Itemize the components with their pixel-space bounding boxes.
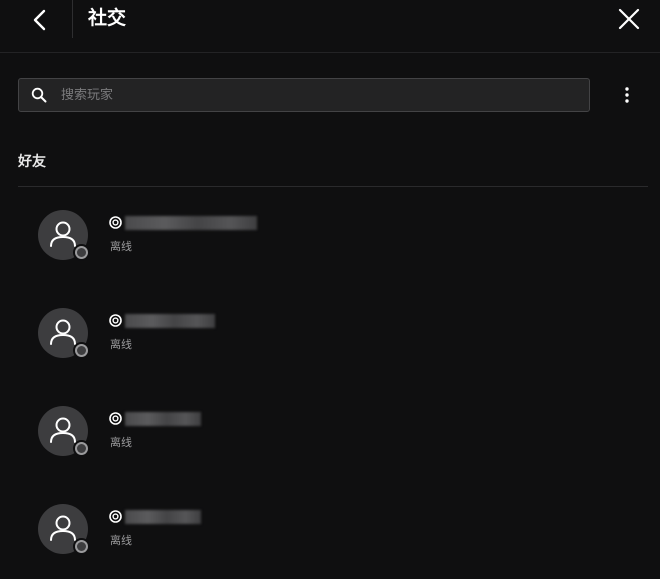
search-input[interactable]	[61, 79, 581, 111]
header-divider	[72, 0, 73, 38]
search-icon	[31, 87, 47, 103]
friend-item[interactable]: 离线	[38, 210, 598, 266]
ubisoft-icon	[109, 412, 122, 425]
ubisoft-icon	[109, 216, 122, 229]
header-rule	[0, 52, 660, 53]
friend-status: 离线	[110, 534, 132, 547]
friend-status: 离线	[110, 240, 132, 253]
ubisoft-icon	[109, 510, 122, 523]
ubisoft-icon	[109, 314, 122, 327]
back-button[interactable]	[26, 6, 54, 34]
more-options-button[interactable]	[616, 84, 638, 106]
offline-status-dot	[75, 344, 88, 357]
close-button[interactable]	[616, 6, 642, 32]
offline-status-dot	[75, 442, 88, 455]
username-redacted	[125, 510, 201, 524]
username-redacted	[125, 314, 215, 328]
search-box[interactable]	[18, 78, 590, 112]
friend-status: 离线	[110, 338, 132, 351]
username-redacted	[125, 216, 257, 230]
offline-status-dot	[75, 246, 88, 259]
offline-status-dot	[75, 540, 88, 553]
friends-section-title: 好友	[18, 154, 46, 170]
username-redacted	[125, 412, 201, 426]
section-divider	[18, 186, 648, 187]
friend-item[interactable]: 离线	[38, 308, 598, 364]
chevron-left-icon	[33, 9, 46, 31]
close-icon	[618, 8, 640, 30]
header: 社交	[0, 0, 660, 40]
friend-status: 离线	[110, 436, 132, 449]
social-panel: 社交 好友	[0, 0, 660, 579]
more-vertical-icon	[625, 87, 629, 103]
friend-item[interactable]: 离线	[38, 406, 598, 462]
friend-item[interactable]: 离线	[38, 504, 598, 560]
page-title: 社交	[88, 7, 127, 29]
